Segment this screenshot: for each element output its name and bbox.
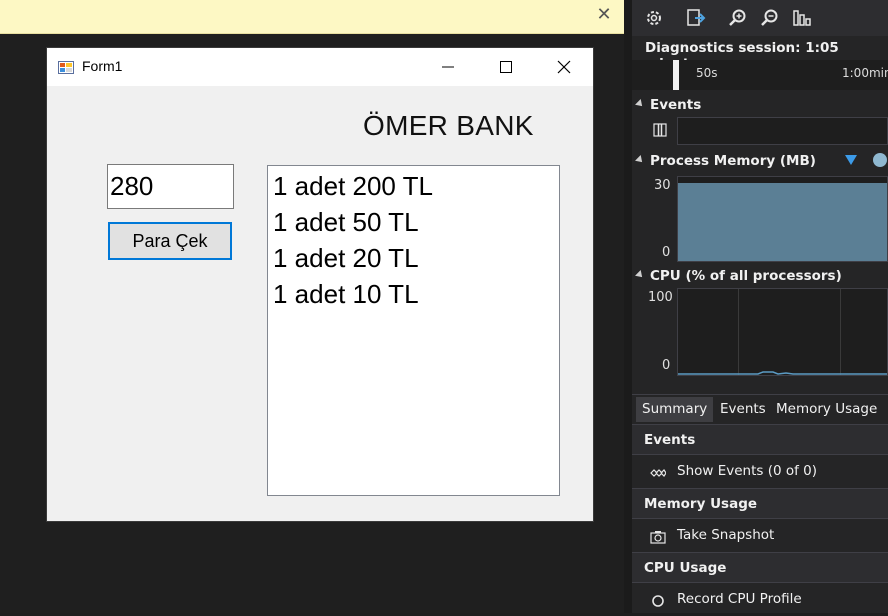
memory-usage-area — [678, 182, 887, 261]
timeline-tick: 50s — [696, 66, 718, 80]
collapse-triangle-icon — [635, 270, 645, 280]
events-section-header[interactable]: Events — [635, 97, 702, 113]
cpu-ymin: 0 — [662, 358, 671, 373]
record-icon — [652, 595, 664, 607]
cpu-ymax: 100 — [648, 290, 673, 305]
memory-section-header[interactable]: Process Memory (MB) — [635, 153, 816, 169]
minimize-button[interactable] — [419, 48, 477, 86]
camera-icon — [650, 531, 666, 544]
take-snapshot-label: Take Snapshot — [677, 527, 775, 543]
collapse-triangle-icon — [635, 99, 645, 109]
events-track[interactable] — [677, 117, 888, 145]
events-icon — [650, 469, 666, 477]
app-icon — [58, 61, 74, 74]
gc-marker-legend-icon — [845, 155, 857, 165]
pause-icon[interactable] — [652, 122, 668, 138]
memory-usage-group-header: Memory Usage — [632, 488, 888, 518]
memory-ymin: 0 — [662, 245, 671, 260]
diag-toolbar — [632, 0, 888, 36]
close-infobar-icon[interactable]: ✕ — [596, 6, 612, 24]
grid-line — [738, 289, 739, 375]
snapshot-legend-icon — [873, 153, 887, 167]
timeline-ruler[interactable]: 50s 1:00min — [632, 60, 888, 90]
list-item[interactable]: 1 adet 20 TL — [273, 240, 554, 276]
take-snapshot-action[interactable]: Take Snapshot — [632, 518, 888, 552]
memory-section-title: Process Memory (MB) — [650, 153, 816, 169]
maximize-button[interactable] — [477, 48, 535, 86]
show-events-label: Show Events (0 of 0) — [677, 463, 818, 479]
cpu-chart[interactable] — [677, 288, 888, 376]
cpu-section-header[interactable]: CPU (% of all processors) — [635, 268, 842, 284]
maximize-icon — [500, 61, 512, 73]
minimize-icon — [442, 66, 454, 68]
tab-memory-usage[interactable]: Memory Usage — [770, 397, 883, 422]
export-icon[interactable] — [686, 8, 706, 28]
show-events-action[interactable]: Show Events (0 of 0) — [632, 454, 888, 488]
amount-input[interactable] — [107, 164, 234, 209]
info-bar: ✕ — [0, 0, 624, 34]
timeline-cursor[interactable] — [673, 60, 679, 90]
record-cpu-profile-label: Record CPU Profile — [677, 591, 802, 607]
cpu-usage-line — [678, 371, 887, 375]
list-item[interactable]: 1 adet 10 TL — [273, 276, 554, 312]
diag-tab-strip: Summary Events Memory Usage — [632, 394, 888, 422]
close-icon — [557, 60, 571, 74]
tab-summary[interactable]: Summary — [636, 397, 714, 422]
diagnostic-tools-panel: Diagnostics session: 1:05 minutes 50s 1:… — [624, 0, 888, 613]
timeline-tick: 1:00min — [842, 66, 888, 80]
bank-title: ÖMER BANK — [363, 110, 534, 141]
settings-icon[interactable] — [644, 8, 664, 28]
events-group-header: Events — [632, 424, 888, 454]
list-item[interactable]: 1 adet 200 TL — [273, 168, 554, 204]
tab-events[interactable]: Events — [714, 397, 772, 422]
form-title: Form1 — [82, 58, 123, 74]
grid-line — [840, 289, 841, 375]
cpu-section-title: CPU (% of all processors) — [650, 268, 842, 284]
zoom-in-icon[interactable] — [728, 8, 748, 28]
result-listbox[interactable]: 1 adet 200 TL 1 adet 50 TL 1 adet 20 TL 1 a… — [267, 165, 560, 496]
form-titlebar[interactable]: Form1 — [47, 48, 593, 86]
cpu-usage-group-header: CPU Usage — [632, 552, 888, 582]
collapse-triangle-icon — [635, 155, 645, 165]
reset-zoom-icon[interactable] — [792, 8, 812, 28]
memory-ymax: 30 — [654, 178, 671, 193]
events-section-title: Events — [650, 97, 702, 113]
withdraw-button[interactable]: Para Çek — [108, 222, 232, 260]
memory-chart[interactable] — [677, 176, 888, 262]
close-button[interactable] — [535, 48, 593, 86]
list-item[interactable]: 1 adet 50 TL — [273, 204, 554, 240]
zoom-out-icon[interactable] — [760, 8, 780, 28]
form-window: Form1 ÖMER BANK Para Çek 1 adet 200 TL1 … — [47, 48, 593, 521]
record-cpu-profile-action[interactable]: Record CPU Profile — [632, 582, 888, 616]
